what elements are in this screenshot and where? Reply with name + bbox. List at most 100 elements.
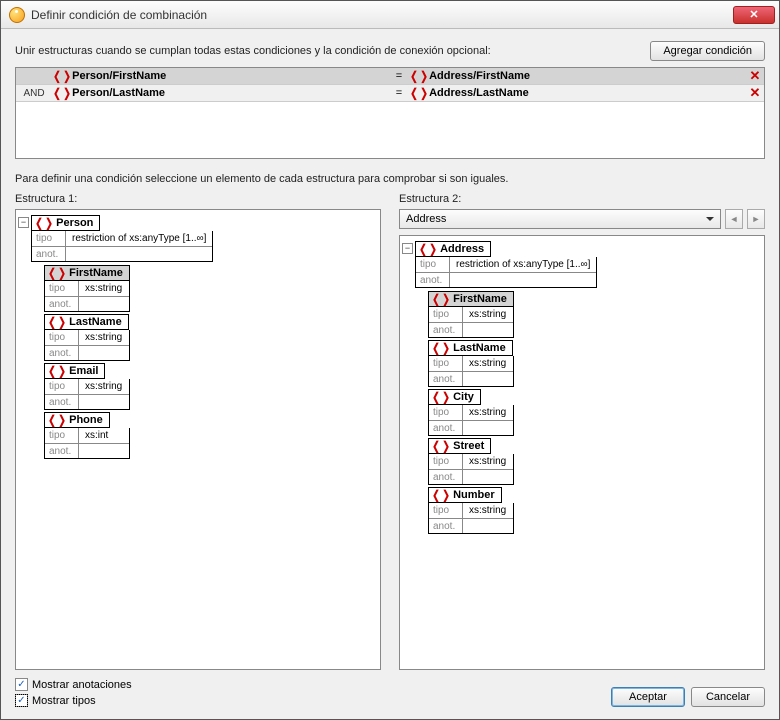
anot-label: anot.: [429, 323, 463, 337]
expander-icon[interactable]: −: [18, 217, 29, 228]
dropdown-value: Address: [406, 213, 446, 225]
braces-icon: ❬❭: [52, 87, 72, 99]
anot-label: anot.: [45, 395, 79, 409]
node-name: Number: [453, 489, 495, 501]
node-name: LastName: [453, 342, 506, 354]
nav-prev-button[interactable]: ◄: [725, 209, 743, 229]
braces-icon: ❬❭: [52, 70, 72, 82]
node-box[interactable]: ❬❭Address: [415, 241, 491, 257]
show-annotations-row[interactable]: ✓ Mostrar anotaciones: [15, 678, 132, 691]
condition-row[interactable]: AND ❬❭ Person/LastName = ❬❭ Address/Last…: [16, 85, 764, 102]
conditions-grid[interactable]: ❬❭ Person/FirstName = ❬❭ Address/FirstNa…: [15, 67, 765, 159]
structure1-column: Estructura 1: −❬❭Persontiporestriction o…: [15, 193, 381, 670]
braces-icon: ❬❭: [418, 243, 438, 255]
structure2-tree[interactable]: −❬❭Address tipo restriction of xs:anyType …: [399, 235, 765, 670]
condition-left: Person/FirstName: [72, 70, 166, 82]
show-annotations-checkbox[interactable]: ✓: [15, 678, 28, 691]
delete-icon: ✕: [750, 68, 761, 83]
tree-node: ❬❭FirstNametipoxs:stringanot.: [31, 264, 378, 312]
tipo-value: restriction of xs:anyType [1..∞]: [450, 257, 596, 272]
add-condition-button[interactable]: Agregar condición: [650, 41, 765, 61]
node-box[interactable]: ❬❭Number: [428, 487, 502, 503]
show-types-row[interactable]: ✓ Mostrar tipos: [15, 694, 132, 707]
close-button[interactable]: ✕: [733, 6, 775, 24]
delete-condition-button[interactable]: ✕: [746, 68, 764, 84]
anot-value: [463, 372, 513, 386]
anot-value: [79, 346, 129, 360]
accept-button[interactable]: Aceptar: [611, 687, 685, 707]
node-name: Phone: [69, 414, 103, 426]
anot-label: anot.: [429, 519, 463, 533]
anot-value: [450, 273, 500, 287]
show-types-label: Mostrar tipos: [32, 695, 96, 707]
node-details: tipoxs:stringanot.: [428, 503, 514, 534]
tree-node: ❬❭Citytipoxs:stringanot.: [415, 388, 762, 436]
tipo-label: tipo: [45, 428, 79, 443]
expander-icon[interactable]: −: [402, 243, 413, 254]
node-name: Email: [69, 365, 98, 377]
node-details: tipoxs:stringanot.: [44, 281, 130, 312]
node-box[interactable]: ❬❭Email: [44, 363, 105, 379]
node-box[interactable]: ❬❭FirstName: [44, 265, 130, 281]
anot-value: [66, 247, 116, 261]
node-box[interactable]: ❬❭LastName: [44, 314, 129, 330]
braces-icon: ❬❭: [47, 414, 67, 426]
show-types-checkbox[interactable]: ✓: [15, 694, 28, 707]
braces-icon: ❬❭: [409, 87, 429, 99]
condition-left: Person/LastName: [72, 87, 165, 99]
condition-equals: =: [389, 70, 409, 82]
tree-node: ❬❭FirstNametipoxs:stringanot.: [415, 290, 762, 338]
braces-icon: ❬❭: [431, 293, 451, 305]
top-instruction: Unir estructuras cuando se cumplan todas…: [15, 45, 638, 57]
braces-icon: ❬❭: [409, 70, 429, 82]
node-box[interactable]: ❬❭City: [428, 389, 481, 405]
braces-icon: ❬❭: [431, 489, 451, 501]
node-box[interactable]: ❬❭LastName: [428, 340, 513, 356]
anot-value: [79, 444, 129, 458]
tree-node: ❬❭Emailtipoxs:stringanot.: [31, 362, 378, 410]
anot-label: anot.: [32, 247, 66, 261]
condition-right: Address/LastName: [429, 87, 529, 99]
tipo-label: tipo: [45, 379, 79, 394]
tipo-value: xs:string: [79, 330, 129, 345]
cancel-button[interactable]: Cancelar: [691, 687, 765, 707]
tipo-value: xs:string: [79, 379, 129, 394]
anot-label: anot.: [45, 297, 79, 311]
anot-value: [463, 323, 513, 337]
app-icon: [9, 7, 25, 23]
tipo-value: xs:int: [79, 428, 129, 443]
node-box[interactable]: ❬❭Person: [31, 215, 100, 231]
structure1-tree[interactable]: −❬❭Persontiporestriction of xs:anyType […: [15, 209, 381, 670]
node-details: tipoxs:stringanot.: [428, 307, 514, 338]
tipo-value: xs:string: [463, 307, 513, 322]
tipo-label: tipo: [45, 281, 79, 296]
node-box[interactable]: ❬❭FirstName: [428, 291, 514, 307]
structure1-label: Estructura 1:: [15, 193, 381, 205]
tipo-label: tipo: [429, 307, 463, 322]
show-annotations-label: Mostrar anotaciones: [32, 679, 132, 691]
node-details: tipoxs:intanot.: [44, 428, 130, 459]
node-details: tipoxs:stringanot.: [44, 379, 130, 410]
tree-node: −❬❭Address tipo restriction of xs:anyType …: [402, 240, 762, 534]
structure2-dropdown[interactable]: Address: [399, 209, 721, 229]
condition-row[interactable]: ❬❭ Person/FirstName = ❬❭ Address/FirstNa…: [16, 68, 764, 85]
braces-icon: ❬❭: [431, 342, 451, 354]
tipo-label: tipo: [429, 405, 463, 420]
tipo-value: xs:string: [79, 281, 129, 296]
anot-value: [463, 470, 513, 484]
tipo-label: tipo: [429, 454, 463, 469]
anot-label: anot.: [429, 372, 463, 386]
delete-condition-button[interactable]: ✕: [746, 85, 764, 101]
structure2-column: Estructura 2: Address ◄ ► −❬❭Addresstipo…: [399, 193, 765, 670]
node-box[interactable]: ❬❭Street: [428, 438, 491, 454]
anot-value: [79, 297, 129, 311]
window-title: Definir condición de combinación: [31, 8, 733, 22]
tipo-value: restriction of xs:anyType [1..∞]: [66, 231, 212, 246]
nav-next-button[interactable]: ►: [747, 209, 765, 229]
anot-label: anot.: [416, 273, 450, 287]
braces-icon: ❬❭: [431, 440, 451, 452]
node-box[interactable]: ❬❭Phone: [44, 412, 110, 428]
tipo-label: tipo: [429, 503, 463, 518]
tipo-label: tipo: [429, 356, 463, 371]
node-details: tiporestriction of xs:anyType [1..∞]anot…: [31, 231, 213, 262]
